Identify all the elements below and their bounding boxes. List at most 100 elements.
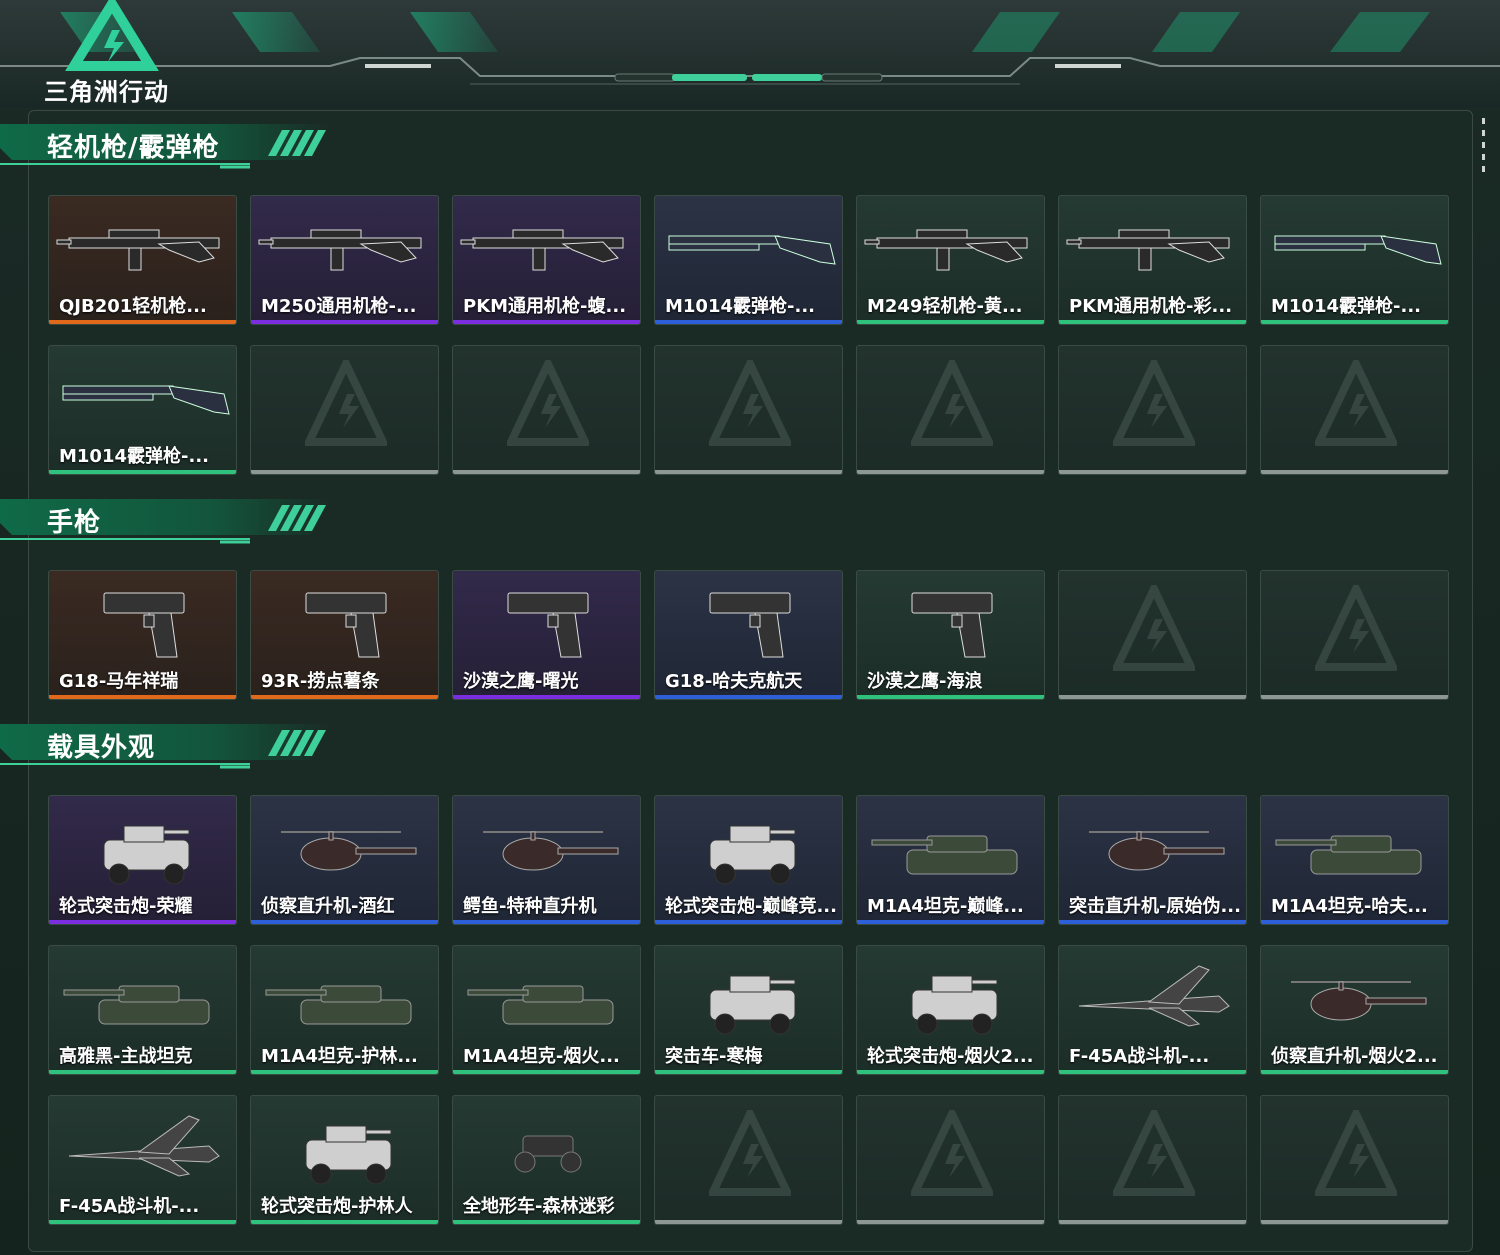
- item-card[interactable]: 高雅黑-主战坦克: [48, 945, 237, 1075]
- rarity-bar: [49, 695, 236, 699]
- watermark-logo-icon: [911, 1110, 993, 1196]
- rarity-bar: [857, 1070, 1044, 1074]
- watermark-logo-icon: [507, 360, 589, 446]
- item-card[interactable]: M1A4坦克-烟火...: [452, 945, 641, 1075]
- rarity-bar: [453, 1220, 640, 1224]
- item-label: M250通用机枪-...: [261, 296, 417, 317]
- rarity-bar: [251, 320, 438, 324]
- rarity-bar: [453, 470, 640, 474]
- rarity-bar: [1059, 1220, 1246, 1224]
- item-card[interactable]: PKM通用机枪-蝮...: [452, 195, 641, 325]
- item-label: 沙漠之鹰-海浪: [867, 671, 983, 692]
- scrollbar-dot: [1482, 142, 1485, 148]
- item-card[interactable]: PKM通用机枪-彩...: [1058, 195, 1247, 325]
- item-card[interactable]: 侦察直升机-酒红: [250, 795, 439, 925]
- item-label: M1A4坦克-巅峰...: [867, 896, 1024, 917]
- item-label: 鳄鱼-特种直升机: [463, 896, 597, 917]
- item-label: 93R-捞点薯条: [261, 671, 380, 692]
- item-card[interactable]: 轮式突击炮-烟火2...: [856, 945, 1045, 1075]
- item-card[interactable]: M1A4坦克-巅峰...: [856, 795, 1045, 925]
- section-title-pistol: 手枪: [47, 508, 102, 538]
- game-logo-text: 三角洲行动: [44, 78, 169, 106]
- item-card[interactable]: 轮式突击炮-荣耀: [48, 795, 237, 925]
- item-card[interactable]: M250通用机枪-...: [250, 195, 439, 325]
- item-card[interactable]: 鳄鱼-特种直升机: [452, 795, 641, 925]
- item-label: M1014霰弹枪-...: [59, 446, 209, 467]
- item-card[interactable]: 突击车-寒梅: [654, 945, 843, 1075]
- item-card[interactable]: M249轻机枪-黄...: [856, 195, 1045, 325]
- item-card[interactable]: F-45A战斗机-...: [48, 1095, 237, 1225]
- jet-icon: [68, 1115, 220, 1177]
- item-label: PKM通用机枪-彩...: [1069, 296, 1233, 317]
- rarity-bar: [1261, 695, 1448, 699]
- rarity-bar: [453, 320, 640, 324]
- pistol-icon: [305, 592, 387, 658]
- helicopter-icon: [281, 831, 417, 871]
- item-card[interactable]: 93R-捞点薯条: [250, 570, 439, 700]
- lmg-icon: [1066, 229, 1230, 271]
- item-card[interactable]: 侦察直升机-烟火2...: [1260, 945, 1449, 1075]
- watermark-logo-icon: [305, 360, 387, 446]
- rarity-bar: [49, 470, 236, 474]
- item-card[interactable]: M1014霰弹枪-...: [48, 345, 237, 475]
- rarity-bar: [655, 1220, 842, 1224]
- item-label: 沙漠之鹰-曙光: [463, 671, 579, 692]
- item-card[interactable]: M1A4坦克-哈夫...: [1260, 795, 1449, 925]
- item-card[interactable]: 轮式突击炮-巅峰竞...: [654, 795, 843, 925]
- lmg-icon: [56, 229, 220, 271]
- rarity-bar: [1261, 1070, 1448, 1074]
- rarity-bar: [453, 920, 640, 924]
- item-label: M1A4坦克-烟火...: [463, 1046, 620, 1067]
- item-card[interactable]: M1014霰弹枪-...: [1260, 195, 1449, 325]
- item-card[interactable]: 突击直升机-原始伪...: [1058, 795, 1247, 925]
- armored-car-icon: [709, 825, 796, 885]
- helicopter-icon: [483, 831, 619, 871]
- rarity-bar: [1059, 920, 1246, 924]
- rarity-bar: [857, 320, 1044, 324]
- item-label: G18-马年祥瑞: [59, 671, 179, 692]
- rarity-bar: [251, 1070, 438, 1074]
- scrollbar[interactable]: [1478, 112, 1488, 192]
- scrollbar-dot: [1482, 154, 1485, 160]
- watermark-logo-icon: [1315, 585, 1397, 671]
- lmg-icon: [258, 229, 422, 271]
- scrollbar-dot: [1482, 118, 1485, 124]
- rarity-bar: [49, 1220, 236, 1224]
- empty-slot: [452, 345, 641, 475]
- item-card[interactable]: G18-哈夫克航天: [654, 570, 843, 700]
- rarity-bar: [857, 470, 1044, 474]
- item-card[interactable]: 沙漠之鹰-海浪: [856, 570, 1045, 700]
- rarity-bar: [1059, 470, 1246, 474]
- rarity-bar: [857, 1220, 1044, 1224]
- rarity-bar: [453, 1070, 640, 1074]
- item-label: F-45A战斗机-...: [59, 1196, 200, 1217]
- jet-icon: [1078, 965, 1230, 1027]
- item-label: F-45A战斗机-...: [1069, 1046, 1210, 1067]
- item-card[interactable]: 沙漠之鹰-曙光: [452, 570, 641, 700]
- watermark-logo-icon: [1113, 585, 1195, 671]
- item-label: M1A4坦克-护林...: [261, 1046, 418, 1067]
- page: 三角洲行动 轻机枪/霰弹枪 手枪 载具外观 QJB201轻机枪... M250通用…: [0, 0, 1500, 1255]
- item-label: 全地形车-森林迷彩: [463, 1196, 615, 1217]
- armored-car-icon: [103, 825, 190, 885]
- header-bar: [0, 0, 1500, 108]
- item-card[interactable]: M1A4坦克-护林...: [250, 945, 439, 1075]
- item-card[interactable]: QJB201轻机枪...: [48, 195, 237, 325]
- tank-icon: [63, 985, 210, 1025]
- shotgun-icon: [1274, 235, 1442, 265]
- item-card[interactable]: G18-马年祥瑞: [48, 570, 237, 700]
- rarity-bar: [1059, 695, 1246, 699]
- item-label: 侦察直升机-酒红: [261, 896, 395, 917]
- item-label: M1014霰弹枪-...: [1271, 296, 1421, 317]
- rarity-bar: [1261, 920, 1448, 924]
- armored-car-icon: [709, 975, 796, 1035]
- rarity-bar: [49, 320, 236, 324]
- item-card[interactable]: M1014霰弹枪-...: [654, 195, 843, 325]
- empty-slot: [1058, 1095, 1247, 1225]
- item-card[interactable]: 全地形车-森林迷彩: [452, 1095, 641, 1225]
- item-card[interactable]: 轮式突击炮-护林人: [250, 1095, 439, 1225]
- empty-slot: [856, 345, 1045, 475]
- item-card[interactable]: F-45A战斗机-...: [1058, 945, 1247, 1075]
- empty-slot: [250, 345, 439, 475]
- empty-slot: [1260, 570, 1449, 700]
